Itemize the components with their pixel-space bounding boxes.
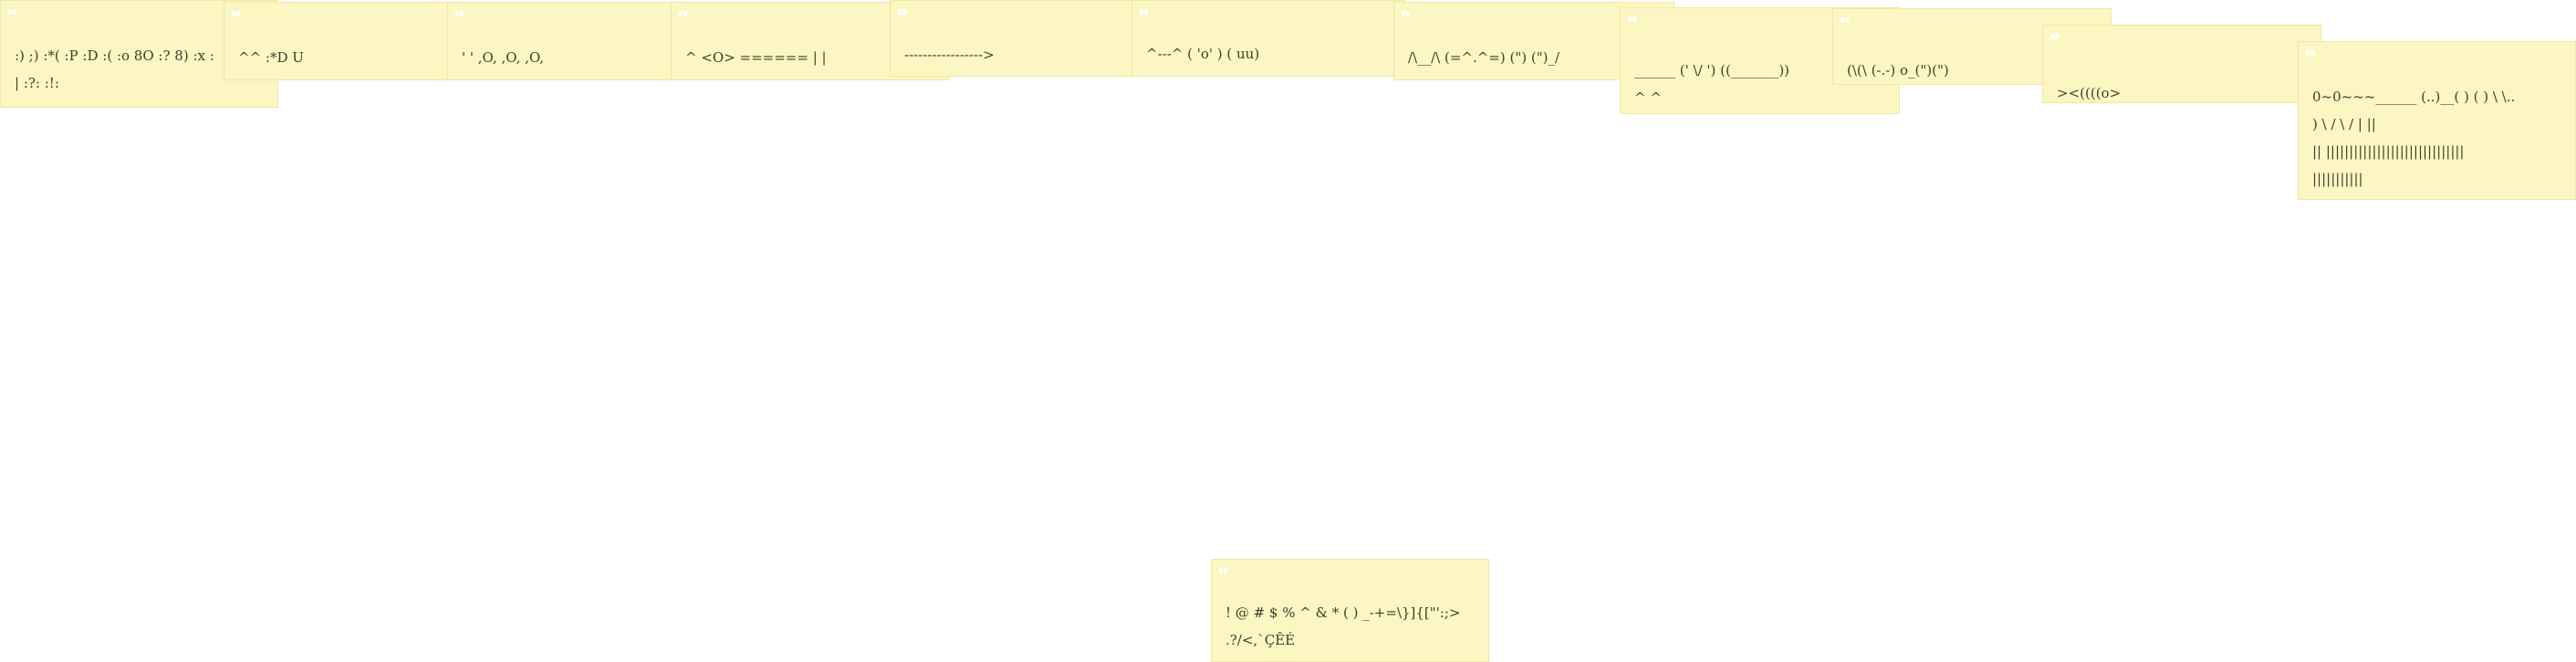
sticky-note[interactable]: ^---^ ( 'o' ) ( uu)	[1132, 0, 1405, 77]
note-line: .?/<,`ÇÊÉ	[1225, 632, 1296, 648]
note-line: ----------------->	[904, 47, 995, 63]
note-text[interactable]: ><((((o>	[2057, 79, 2311, 107]
note-menu-icon[interactable]	[1219, 568, 1230, 575]
note-line: ) \ / \ / | ||	[2312, 116, 2376, 132]
note-menu-icon[interactable]	[455, 11, 466, 18]
note-line: ^---^ ( 'o' ) ( uu)	[1146, 46, 1260, 62]
note-header	[2050, 32, 2061, 43]
note-header	[1219, 566, 1230, 577]
note-line: |||||||||||	[2312, 171, 2363, 187]
note-menu-icon[interactable]	[2306, 50, 2317, 58]
note-line: || ||||||||||||||||||||||||||||||	[2312, 143, 2465, 160]
sticky-note[interactable]: ----------------->	[890, 0, 1163, 77]
note-line: ! @ # $ % ^ & * ( ) _-+=\}]{["':;>	[1225, 604, 1461, 621]
note-header	[2306, 48, 2317, 59]
note-header	[1628, 15, 1639, 26]
note-line: 0~0~~~______ (..)__( ) ( ) \ \..	[2312, 89, 2516, 105]
note-header	[898, 7, 909, 18]
note-menu-icon[interactable]	[1402, 11, 1413, 18]
sticky-note[interactable]: ! @ # $ % ^ & * ( ) _-+=\}]{["':;> .?/<,…	[1211, 559, 1489, 662]
sticky-note[interactable]: 0~0~~~______ (..)__( ) ( ) \ \.. ) \ / \…	[2298, 41, 2576, 200]
note-menu-icon[interactable]	[898, 9, 909, 16]
note-menu-icon[interactable]	[232, 11, 243, 18]
note-header	[8, 7, 19, 18]
note-text[interactable]: ! @ # $ % ^ & * ( ) _-+=\}]{["':;> .?/<,…	[1225, 599, 1479, 654]
note-line: ^ ^	[1634, 89, 1662, 106]
note-header	[679, 9, 690, 20]
note-menu-icon[interactable]	[1628, 16, 1639, 24]
sticky-note[interactable]: ><((((o>	[2042, 25, 2321, 103]
note-text[interactable]: ^---^ ( 'o' ) ( uu)	[1146, 40, 1395, 68]
note-header	[1140, 7, 1151, 18]
note-header	[1402, 9, 1413, 20]
note-header	[232, 9, 243, 20]
note-menu-icon[interactable]	[679, 11, 690, 18]
note-text[interactable]: ----------------->	[904, 41, 1153, 68]
note-header	[1841, 16, 1851, 26]
note-menu-icon[interactable]	[1140, 9, 1151, 16]
note-menu-icon[interactable]	[1841, 17, 1851, 25]
note-line: ><((((o>	[2057, 85, 2122, 101]
note-header	[455, 9, 466, 20]
note-menu-icon[interactable]	[2050, 34, 2061, 41]
note-menu-icon[interactable]	[8, 9, 19, 16]
note-text[interactable]: 0~0~~~______ (..)__( ) ( ) \ \.. ) \ / \…	[2312, 83, 2566, 193]
